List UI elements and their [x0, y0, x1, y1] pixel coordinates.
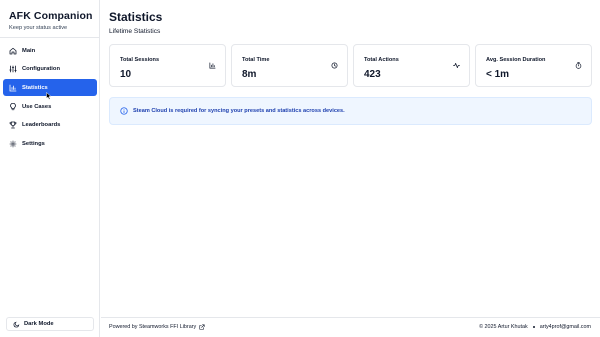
- main-content: Statistics Lifetime Statistics Total Ses…: [101, 0, 600, 337]
- app-title: AFK Companion: [9, 10, 93, 22]
- clock-icon: [331, 56, 338, 69]
- bar-chart-icon: [209, 56, 216, 69]
- page-title: Statistics: [109, 10, 163, 24]
- info-banner-text: Steam Cloud is required for syncing your…: [133, 108, 345, 114]
- moon-icon: [13, 321, 20, 328]
- sliders-icon: [9, 65, 17, 73]
- sidebar-nav: Main Configuration Statistics Use Cases: [3, 42, 97, 154]
- app-subtitle: Keep your status active: [9, 25, 68, 31]
- gear-icon: [9, 140, 17, 148]
- stat-card-value: < 1m: [486, 69, 510, 80]
- info-icon: [120, 107, 128, 115]
- home-icon: [9, 47, 17, 55]
- sidebar-item-configuration[interactable]: Configuration: [3, 61, 97, 78]
- stat-card-total-sessions: Total Sessions 10: [109, 44, 226, 87]
- sidebar-divider: [0, 37, 100, 38]
- sidebar-item-label: Use Cases: [22, 103, 52, 110]
- sidebar-item-label: Leaderboards: [22, 122, 61, 129]
- sidebar-item-statistics[interactable]: Statistics: [3, 79, 97, 101]
- sidebar-item-label: Settings: [22, 140, 45, 147]
- sidebar-item-settings[interactable]: Settings: [3, 135, 97, 152]
- stat-card-label: Avg. Session Duration: [486, 57, 546, 63]
- powered-by-text: Powered by Steamworks FFI Library: [109, 324, 197, 330]
- stat-card-label: Total Actions: [364, 57, 399, 63]
- dark-mode-toggle[interactable]: Dark Mode: [6, 317, 94, 331]
- sidebar-item-use-cases[interactable]: Use Cases: [3, 98, 97, 115]
- sidebar-item-main[interactable]: Main: [3, 42, 97, 59]
- copyright-text: © 2025 Artur Khutak: [479, 324, 528, 330]
- trophy-icon: [9, 121, 17, 129]
- footer: Powered by Steamworks FFI Library © 2025…: [101, 317, 600, 337]
- sidebar-item-label: Configuration: [22, 66, 60, 73]
- stat-card-value: 423: [364, 69, 381, 80]
- timer-icon: [575, 56, 582, 69]
- stat-card-value: 10: [120, 69, 132, 80]
- sidebar-item-label: Statistics: [22, 84, 48, 91]
- external-link-icon: [199, 324, 205, 330]
- stat-card-label: Total Time: [242, 57, 270, 63]
- footer-credits: © 2025 Artur Khutak arty4prof@gmail.com: [479, 324, 591, 330]
- powered-by-link[interactable]: Powered by Steamworks FFI Library: [109, 324, 205, 330]
- separator-dot: [532, 326, 535, 328]
- stat-card-total-time: Total Time 8m: [231, 44, 348, 87]
- stat-card-avg-session-duration: Avg. Session Duration < 1m: [475, 44, 592, 87]
- sidebar-item-label: Main: [22, 47, 36, 54]
- bar-chart-icon: [9, 84, 17, 92]
- stat-card-total-actions: Total Actions 423: [353, 44, 470, 87]
- sidebar-item-leaderboards[interactable]: Leaderboards: [3, 117, 97, 134]
- stat-card-label: Total Sessions: [120, 57, 160, 63]
- activity-icon: [453, 56, 460, 69]
- dark-mode-label: Dark Mode: [24, 321, 54, 327]
- lightbulb-icon: [9, 102, 17, 111]
- stat-card-value: 8m: [242, 69, 257, 80]
- contact-email[interactable]: arty4prof@gmail.com: [540, 324, 591, 330]
- mouse-cursor-icon: [46, 87, 52, 101]
- steam-cloud-info-banner: Steam Cloud is required for syncing your…: [109, 97, 592, 125]
- page-subtitle: Lifetime Statistics: [109, 28, 161, 35]
- sidebar: AFK Companion Keep your status active Ma…: [0, 0, 100, 337]
